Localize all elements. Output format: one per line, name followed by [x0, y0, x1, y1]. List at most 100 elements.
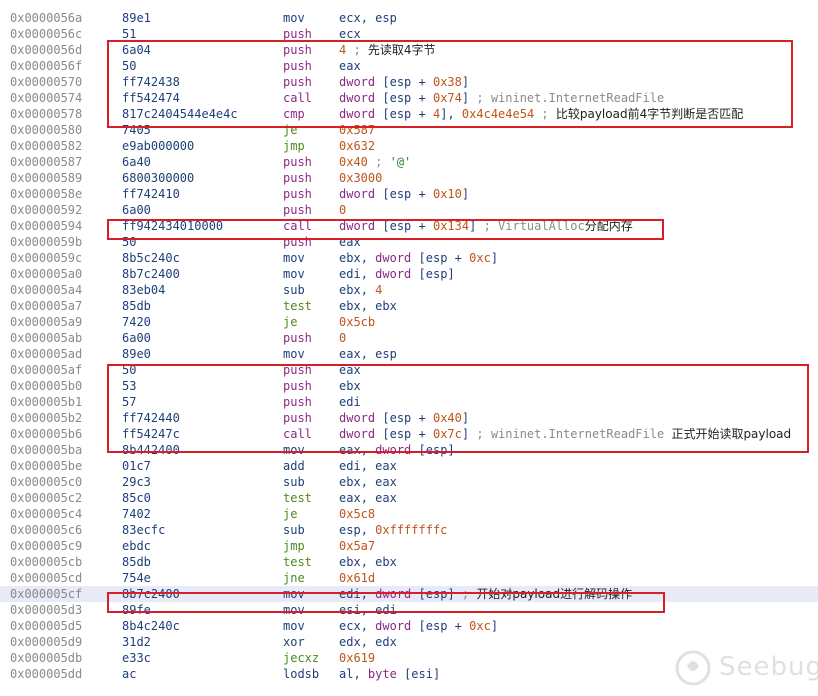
row-operands: eax: [339, 235, 361, 249]
listing-row[interactable]: 0x000005b1 57 push edi: [0, 394, 818, 410]
row-bytes: 6a04: [122, 43, 151, 57]
row-address: 0x00000587: [10, 155, 83, 169]
row-operands: ebx: [339, 379, 361, 393]
row-bytes: 85c0: [122, 491, 151, 505]
row-address: 0x000005b0: [10, 379, 83, 393]
listing-row[interactable]: 0x00000587 6a40 push 0x40 ; '@': [0, 154, 818, 170]
listing-row[interactable]: 0x000005c6 83ecfc sub esp, 0xfffffffc: [0, 522, 818, 538]
row-operands: esi, edi: [339, 603, 397, 617]
row-bytes: 85db: [122, 555, 151, 569]
row-comment: ; '@': [375, 155, 412, 169]
row-operands: dword [esp + 0x74] ; wininet.InternetRea…: [339, 91, 665, 105]
listing-row[interactable]: 0x000005af 50 push eax: [0, 362, 818, 378]
row-comment: ; 比较payload前4字节判断是否匹配: [541, 107, 744, 121]
row-bytes: 8b7c2400: [122, 267, 180, 281]
listing-row[interactable]: 0x000005d3 89fe mov esi, edi: [0, 602, 818, 618]
listing-row[interactable]: 0x000005be 01c7 add edi, eax: [0, 458, 818, 474]
row-mnemonic: test: [283, 299, 312, 313]
row-address: 0x000005b2: [10, 411, 83, 425]
row-address: 0x0000056f: [10, 59, 83, 73]
listing-row[interactable]: 0x0000056f 50 push eax: [0, 58, 818, 74]
listing-row[interactable]: 0x000005a4 83eb04 sub ebx, 4: [0, 282, 818, 298]
row-address: 0x000005d5: [10, 619, 83, 633]
listing-row[interactable]: 0x0000056a 89e1 mov ecx, esp: [0, 10, 818, 26]
row-mnemonic: mov: [283, 267, 305, 281]
row-bytes: 83eb04: [122, 283, 166, 297]
listing-row[interactable]: 0x000005a0 8b7c2400 mov edi, dword [esp]: [0, 266, 818, 282]
listing-row[interactable]: 0x000005cf 8b7c2400 mov edi, dword [esp] ; …: [0, 586, 818, 602]
row-address: 0x00000582: [10, 139, 83, 153]
row-address: 0x0000056a: [10, 11, 83, 25]
row-mnemonic: push: [283, 203, 312, 217]
listing-row[interactable]: 0x0000056c 51 push ecx: [0, 26, 818, 42]
row-bytes: 7420: [122, 315, 151, 329]
row-mnemonic: push: [283, 187, 312, 201]
row-address: 0x000005c9: [10, 539, 83, 553]
row-mnemonic: je: [283, 123, 298, 137]
listing-row[interactable]: 0x0000059b 50 push eax: [0, 234, 818, 250]
row-bytes: ff942434010000: [122, 219, 224, 233]
listing-row[interactable]: 0x00000594 ff942434010000 call dword [esp +…: [0, 218, 818, 234]
listing-row[interactable]: 0x000005cd 754e jne 0x61d: [0, 570, 818, 586]
listing-row[interactable]: 0x0000059c 8b5c240c mov ebx, dword [esp + 0…: [0, 250, 818, 266]
listing-row[interactable]: 0x000005a9 7420 je 0x5cb: [0, 314, 818, 330]
row-mnemonic: mov: [283, 443, 305, 457]
row-mnemonic: jmp: [283, 139, 305, 153]
row-operands: edx, edx: [339, 635, 397, 649]
row-operands: dword [esp + 0x40]: [339, 411, 470, 425]
listing-row[interactable]: 0x00000570 ff742438 push dword [esp + 0x38]: [0, 74, 818, 90]
row-operands: 0x40 ; '@': [339, 155, 412, 169]
row-address: 0x000005d3: [10, 603, 83, 617]
row-bytes: ff54247c: [122, 427, 180, 441]
row-bytes: 8b442400: [122, 443, 180, 457]
listing-row[interactable]: 0x000005ad 89e0 mov eax, esp: [0, 346, 818, 362]
row-bytes: 50: [122, 363, 137, 377]
row-address: 0x000005b1: [10, 395, 83, 409]
row-bytes: 29c3: [122, 475, 151, 489]
listing-row[interactable]: 0x0000056d 6a04 push 4 ; 先读取4字节: [0, 42, 818, 58]
row-mnemonic: push: [283, 155, 312, 169]
row-mnemonic: push: [283, 43, 312, 57]
row-bytes: 7405: [122, 123, 151, 137]
listing-row[interactable]: 0x000005b2 ff742440 push dword [esp + 0x40]: [0, 410, 818, 426]
row-operands: eax, eax: [339, 491, 397, 505]
listing-row[interactable]: 0x000005c9 ebdc jmp 0x5a7: [0, 538, 818, 554]
listing-row[interactable]: 0x000005c0 29c3 sub ebx, eax: [0, 474, 818, 490]
listing-row[interactable]: 0x0000058e ff742410 push dword [esp + 0x10]: [0, 186, 818, 202]
listing-row[interactable]: 0x00000578 817c2404544e4e4c cmp dword [esp …: [0, 106, 818, 122]
listing-row[interactable]: 0x000005cb 85db test ebx, ebx: [0, 554, 818, 570]
row-address: 0x00000589: [10, 171, 83, 185]
row-operands: 0: [339, 331, 347, 345]
row-bytes: 31d2: [122, 635, 151, 649]
row-operands: dword [esp + 0x38]: [339, 75, 470, 89]
row-mnemonic: sub: [283, 523, 305, 537]
listing-row[interactable]: 0x000005b0 53 push ebx: [0, 378, 818, 394]
row-mnemonic: test: [283, 555, 312, 569]
row-comment: ; 开始对payload进行解码操作: [461, 587, 633, 601]
row-address: 0x00000578: [10, 107, 83, 121]
row-operands: ecx: [339, 27, 361, 41]
listing-row[interactable]: 0x00000592 6a00 push 0: [0, 202, 818, 218]
listing-row[interactable]: 0x000005c2 85c0 test eax, eax: [0, 490, 818, 506]
listing-row[interactable]: 0x00000582 e9ab000000 jmp 0x632: [0, 138, 818, 154]
row-operands: eax: [339, 363, 361, 377]
row-address: 0x000005c0: [10, 475, 83, 489]
row-address: 0x0000059c: [10, 251, 83, 265]
row-address: 0x000005c6: [10, 523, 83, 537]
listing-row[interactable]: 0x000005c4 7402 je 0x5c8: [0, 506, 818, 522]
listing-row[interactable]: 0x000005d5 8b4c240c mov ecx, dword [esp + 0…: [0, 618, 818, 634]
listing-row[interactable]: 0x000005ba 8b442400 mov eax, dword [esp]: [0, 442, 818, 458]
row-address: 0x00000594: [10, 219, 83, 233]
row-mnemonic: push: [283, 331, 312, 345]
row-mnemonic: push: [283, 379, 312, 393]
listing-row[interactable]: 0x000005ab 6a00 push 0: [0, 330, 818, 346]
row-operands: 0: [339, 203, 347, 217]
listing-row[interactable]: 0x00000589 6800300000 push 0x3000: [0, 170, 818, 186]
listing-row[interactable]: 0x00000574 ff542474 call dword [esp + 0x74]…: [0, 90, 818, 106]
row-address: 0x000005c2: [10, 491, 83, 505]
row-operands: dword [esp + 0x10]: [339, 187, 470, 201]
row-address: 0x00000592: [10, 203, 83, 217]
listing-row[interactable]: 0x00000580 7405 je 0x587: [0, 122, 818, 138]
listing-row[interactable]: 0x000005a7 85db test ebx, ebx: [0, 298, 818, 314]
listing-row[interactable]: 0x000005b6 ff54247c call dword [esp + 0x7c]…: [0, 426, 818, 442]
